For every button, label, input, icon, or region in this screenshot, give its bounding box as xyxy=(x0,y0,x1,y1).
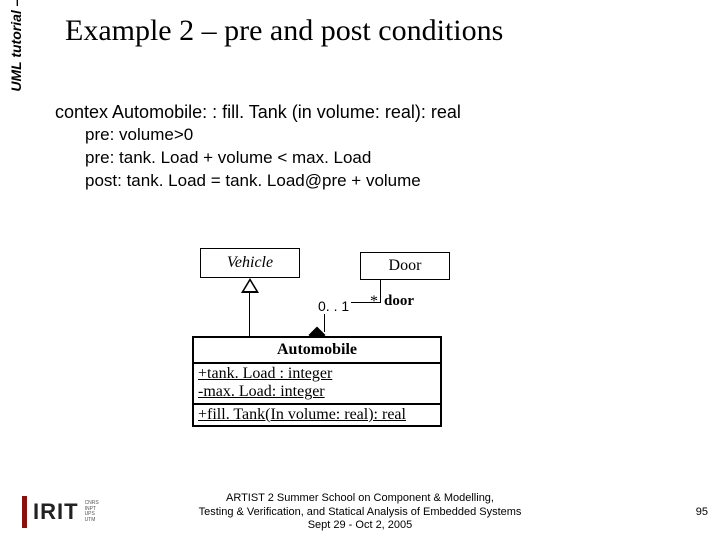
role-name: door xyxy=(384,293,414,310)
multiplicity-src: 0. . 1 xyxy=(316,298,351,314)
class-vehicle: Vehicle xyxy=(200,248,300,278)
footer-line1: ARTIST 2 Summer School on Component & Mo… xyxy=(0,492,720,505)
class-automobile-ops: +fill. Tank(In volume: real): real xyxy=(194,405,440,425)
class-automobile-attrs: +tank. Load : integer -max. Load: intege… xyxy=(194,364,440,405)
sidebar-author: UML tutorial – Ileana Ober xyxy=(8,0,24,115)
attr-maxload: -max. Load: integer xyxy=(198,383,436,401)
class-door: Door xyxy=(360,252,450,280)
ocl-pre2: pre: tank. Load + volume < max. Load xyxy=(55,147,461,170)
class-automobile: Automobile +tank. Load : integer -max. L… xyxy=(192,336,442,427)
footer: ARTIST 2 Summer School on Component & Mo… xyxy=(0,492,720,532)
footer-line2: Testing & Verification, and Statical Ana… xyxy=(0,506,720,519)
ocl-post: post: tank. Load = tank. Load@pre + volu… xyxy=(55,170,461,193)
class-automobile-name: Automobile xyxy=(194,338,440,364)
composition-line-v xyxy=(380,280,381,303)
ocl-pre1: pre: volume>0 xyxy=(55,124,461,147)
page-number: 95 xyxy=(696,506,708,518)
footer-line3: Sept 29 - Oct 2, 2005 xyxy=(0,519,720,532)
ocl-context: contex Automobile: : fill. Tank (in volu… xyxy=(55,100,461,124)
multiplicity-dst: * xyxy=(370,293,378,311)
generalization-arrow-icon xyxy=(241,278,259,293)
ocl-code: contex Automobile: : fill. Tank (in volu… xyxy=(55,100,461,193)
generalization-line xyxy=(249,293,250,336)
op-filltank: +fill. Tank(In volume: real): real xyxy=(198,406,436,424)
slide-title: Example 2 – pre and post conditions xyxy=(65,14,503,48)
attr-tankload: +tank. Load : integer xyxy=(198,365,436,383)
